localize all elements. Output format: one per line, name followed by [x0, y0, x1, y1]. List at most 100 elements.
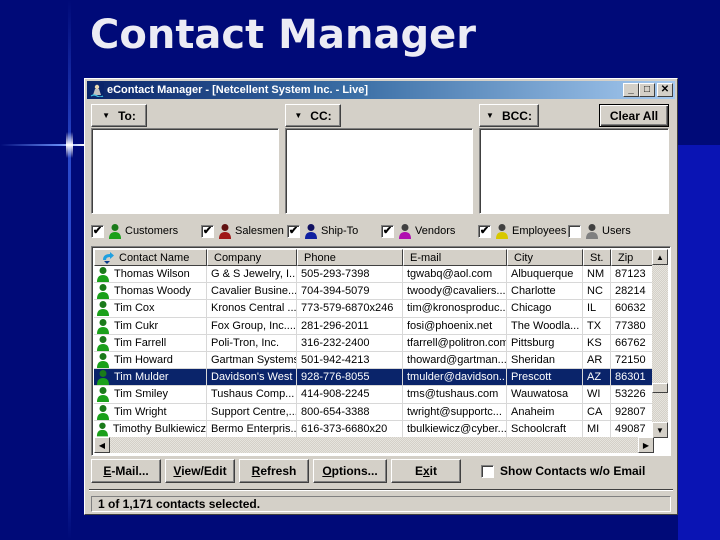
minimize-icon: _ — [628, 84, 634, 95]
to-recipients-box[interactable] — [91, 128, 279, 214]
cell-contact-name-text: Tim Farrell — [114, 336, 167, 349]
column-header-label: St. — [590, 251, 604, 264]
cell-email: tmulder@davidson... — [403, 369, 507, 386]
column-header-label: Zip — [618, 251, 634, 264]
table-row[interactable]: Thomas Woody Cavalier Busine... 704-394-50… — [94, 283, 654, 301]
scroll-thumb[interactable] — [652, 383, 668, 393]
cell-state-text: NC — [587, 285, 603, 298]
to-button[interactable]: ▼ To: — [91, 104, 147, 127]
cc-button[interactable]: ▼ CC: — [285, 104, 341, 127]
filter-vendors-label: Vendors — [415, 225, 456, 237]
scroll-right-button[interactable]: ▶ — [638, 437, 654, 453]
horizontal-scrollbar[interactable]: ◀ ▶ — [94, 437, 654, 453]
column-header-company[interactable]: Company — [207, 249, 297, 266]
table-row[interactable]: Tim Wright Support Centre,... 800-654-3388… — [94, 403, 654, 421]
cell-state: WI — [583, 386, 611, 403]
cell-contact-name-text: Tim Howard — [114, 354, 173, 367]
table-row[interactable]: Tim Cox Kronos Central ... 773-579-6870x24… — [94, 300, 654, 318]
close-icon: ✕ — [660, 84, 670, 95]
cell-contact-name: Tim Howard — [94, 351, 207, 369]
cc-recipients-box[interactable] — [285, 128, 473, 214]
column-header-email[interactable]: E-mail — [403, 249, 507, 266]
cell-contact-name: Tim Wright — [94, 403, 207, 420]
cell-company-text: Support Centre,... — [211, 405, 297, 418]
table-row[interactable]: Tim Farrell Poli-Tron, Inc. 316-232-2400 tf… — [94, 334, 654, 352]
exit-button[interactable]: Exit — [391, 459, 461, 483]
cell-city: The Woodla... — [507, 317, 583, 334]
cell-email: tfarrell@politron.com — [403, 334, 507, 351]
filter-vendors[interactable]: ✔ Vendors — [381, 222, 455, 240]
filter-employees[interactable]: ✔ Employees — [478, 222, 566, 240]
table-row[interactable]: Tim Smiley Tushaus Comp... 414-908-2245 tms… — [94, 386, 654, 404]
cell-phone: 316-232-2400 — [297, 334, 403, 351]
minimize-button[interactable]: _ — [623, 83, 639, 97]
cell-zip-text: 53226 — [615, 388, 646, 401]
column-header-state[interactable]: St. — [583, 249, 611, 266]
cell-phone: 616-373-6680x20 — [297, 420, 403, 437]
vertical-scrollbar[interactable]: ▲ ▼ — [652, 249, 668, 438]
cell-city: Wauwatosa — [507, 386, 583, 403]
cell-phone-text: 773-579-6870x246 — [301, 302, 394, 315]
app-icon — [90, 83, 104, 97]
filter-ship-to[interactable]: ✔ Ship-To — [287, 222, 358, 240]
contacts-grid: Contact Name Company Phone E-mail City S… — [91, 246, 671, 456]
cell-zip: 53226 — [611, 386, 654, 403]
filter-ship-to-checkbox[interactable]: ✔ — [287, 224, 300, 238]
table-row[interactable]: Tim Cukr Fox Group, Inc.... 281-296-2011 fo… — [94, 317, 654, 335]
window-titlebar[interactable]: eContact Manager - [Netcellent System In… — [87, 81, 675, 99]
person-purple-icon — [399, 224, 411, 239]
table-row[interactable]: Tim Howard Gartman Systems 501-942-4213 tho… — [94, 351, 654, 370]
email-button-label: E-Mail... — [103, 464, 148, 478]
cell-zip-text: 28214 — [615, 285, 646, 298]
filter-users[interactable]: Users — [568, 222, 631, 240]
filter-customers[interactable]: ✔ Customers — [91, 222, 178, 240]
show-without-email-option[interactable]: Show Contacts w/o Email — [481, 464, 645, 478]
scroll-up-button[interactable]: ▲ — [652, 249, 668, 265]
filter-customers-checkbox[interactable]: ✔ — [91, 224, 104, 238]
filter-ship-to-label: Ship-To — [321, 225, 359, 237]
maximize-icon: □ — [643, 84, 651, 95]
refresh-button[interactable]: Refresh — [239, 459, 309, 483]
table-row[interactable]: Tim Mulder Davidson's West 928-776-8055 tmu… — [94, 369, 654, 387]
cell-company: Bermo Enterpris... — [207, 420, 297, 437]
cell-email: tim@kronosproduc... — [403, 300, 507, 317]
bcc-button[interactable]: ▼ BCC: — [479, 104, 539, 127]
cell-company-text: Kronos Central ... — [211, 302, 297, 315]
app-window: eContact Manager - [Netcellent System In… — [84, 78, 678, 515]
cell-email-text: tgwabq@aol.com — [407, 268, 493, 281]
scroll-left-button[interactable]: ◀ — [94, 437, 110, 453]
contact-type-filters: ✔ Customers ✔ Salesmen ✔ Ship-To ✔ Vendo… — [91, 222, 671, 240]
cell-company: Davidson's West — [207, 369, 297, 386]
filter-salesmen-checkbox[interactable]: ✔ — [201, 224, 214, 238]
cell-contact-name-text: Tim Smiley — [114, 388, 168, 401]
person-gray-icon — [586, 224, 598, 239]
table-row[interactable]: Thomas Wilson G & S Jewelry, I... 505-293-… — [94, 266, 654, 284]
column-header-label: Contact Name — [119, 251, 190, 264]
view-edit-button[interactable]: View/Edit — [165, 459, 235, 483]
cell-state-text: TX — [587, 319, 602, 332]
bcc-recipients-box[interactable] — [479, 128, 669, 214]
scroll-down-button[interactable]: ▼ — [652, 422, 668, 438]
column-header-contact-name[interactable]: Contact Name — [94, 249, 207, 266]
clear-all-button[interactable]: Clear All — [599, 104, 669, 127]
column-header-zip[interactable]: Zip — [611, 249, 654, 266]
email-button[interactable]: E-Mail... — [91, 459, 161, 483]
filter-employees-checkbox[interactable]: ✔ — [478, 224, 491, 238]
maximize-button[interactable]: □ — [639, 83, 655, 97]
filter-users-checkbox[interactable] — [568, 224, 581, 238]
column-header-city[interactable]: City — [507, 249, 583, 266]
cell-email-text: tfarrell@politron.com — [407, 336, 507, 349]
label-part: ptions... — [331, 464, 378, 478]
arrow-right-icon: ▶ — [642, 440, 650, 450]
show-without-email-checkbox[interactable] — [481, 464, 494, 478]
close-button[interactable]: ✕ — [657, 83, 673, 97]
cell-phone: 704-394-5079 — [297, 283, 403, 300]
cell-contact-name: Thomas Wilson — [94, 266, 207, 283]
options-button[interactable]: Options... — [313, 459, 387, 483]
filter-salesmen[interactable]: ✔ Salesmen — [201, 222, 284, 240]
sort-arrow-icon — [103, 251, 114, 264]
table-row[interactable]: Timothy Bulkiewicz Bermo Enterpris... 616-… — [94, 420, 654, 438]
cell-zip: 92807 — [611, 403, 654, 420]
column-header-phone[interactable]: Phone — [297, 249, 403, 266]
filter-vendors-checkbox[interactable]: ✔ — [381, 224, 394, 238]
